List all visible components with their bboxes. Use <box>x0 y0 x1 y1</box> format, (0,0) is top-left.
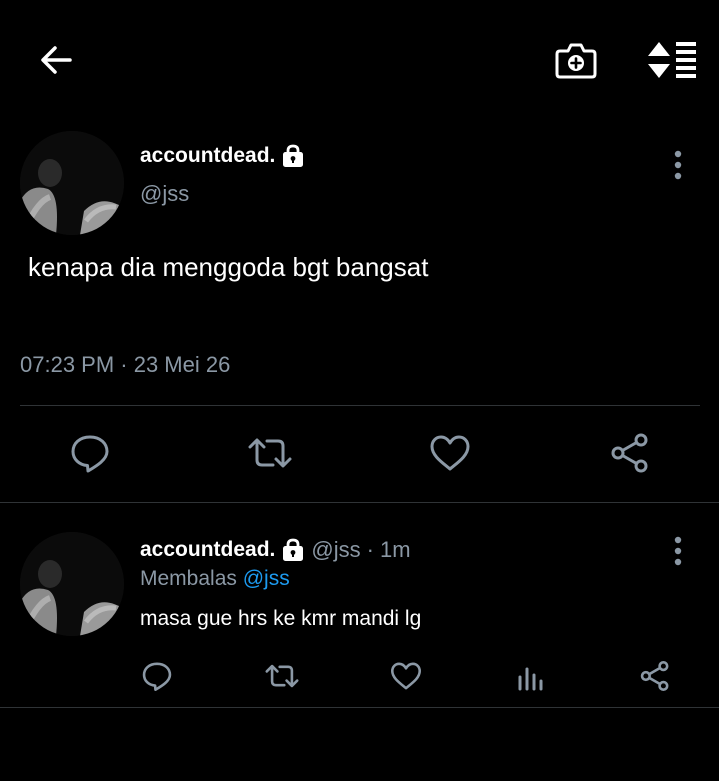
retweet-button[interactable] <box>245 428 295 478</box>
reply-button[interactable] <box>65 428 115 478</box>
like-icon <box>430 435 470 471</box>
replying-to: Membalas @jss <box>140 567 290 591</box>
time-ago: · 1m <box>366 537 411 562</box>
divider <box>20 405 700 406</box>
share-icon <box>611 433 648 473</box>
share-button[interactable] <box>605 428 655 478</box>
reply-button[interactable] <box>137 656 177 696</box>
more-options-button[interactable] <box>662 146 694 184</box>
back-button[interactable] <box>30 36 82 84</box>
camera-plus-icon <box>555 43 597 79</box>
back-arrow-icon <box>41 46 72 74</box>
reply-author-row: accountdead. @jss · 1m <box>140 535 411 565</box>
divider <box>0 502 719 503</box>
like-icon <box>390 662 422 690</box>
like-button[interactable] <box>386 656 426 696</box>
camera-button[interactable] <box>550 36 602 84</box>
profile-photo <box>20 532 124 636</box>
share-button[interactable] <box>635 656 675 696</box>
author-row: accountdead. <box>140 141 305 171</box>
reply-icon <box>71 435 109 473</box>
display-name[interactable]: accountdead. <box>140 538 275 562</box>
tweet-timestamp: 07:23 PM · 23 Mei 26 <box>20 352 231 377</box>
retweet-icon <box>248 438 292 468</box>
sort-icon <box>648 42 696 78</box>
like-button[interactable] <box>425 428 475 478</box>
tweet-text: kenapa dia menggoda bgt bangsat <box>28 252 429 282</box>
reply-icon <box>142 662 172 692</box>
tweet-text: masa gue hrs ke kmr mandi lg <box>140 607 422 630</box>
avatar[interactable] <box>20 532 124 636</box>
more-options-button[interactable] <box>662 532 694 570</box>
handle[interactable]: @jss <box>140 181 189 207</box>
retweet-button[interactable] <box>262 656 302 696</box>
lock-icon <box>281 538 305 562</box>
analytics-button[interactable] <box>511 656 551 696</box>
display-name[interactable]: accountdead. <box>140 144 275 168</box>
replying-to-label: Membalas <box>140 567 237 590</box>
stats-icon <box>518 667 543 691</box>
profile-photo <box>20 131 124 235</box>
replying-to-link[interactable]: @jss <box>243 567 290 590</box>
divider <box>0 707 719 708</box>
handle[interactable]: @jss <box>311 537 360 563</box>
more-vertical-icon <box>674 150 682 180</box>
sort-button[interactable] <box>642 36 702 84</box>
more-vertical-icon <box>674 536 682 566</box>
lock-icon <box>281 144 305 168</box>
share-icon <box>640 660 669 692</box>
avatar[interactable] <box>20 131 124 235</box>
retweet-icon <box>265 664 299 688</box>
